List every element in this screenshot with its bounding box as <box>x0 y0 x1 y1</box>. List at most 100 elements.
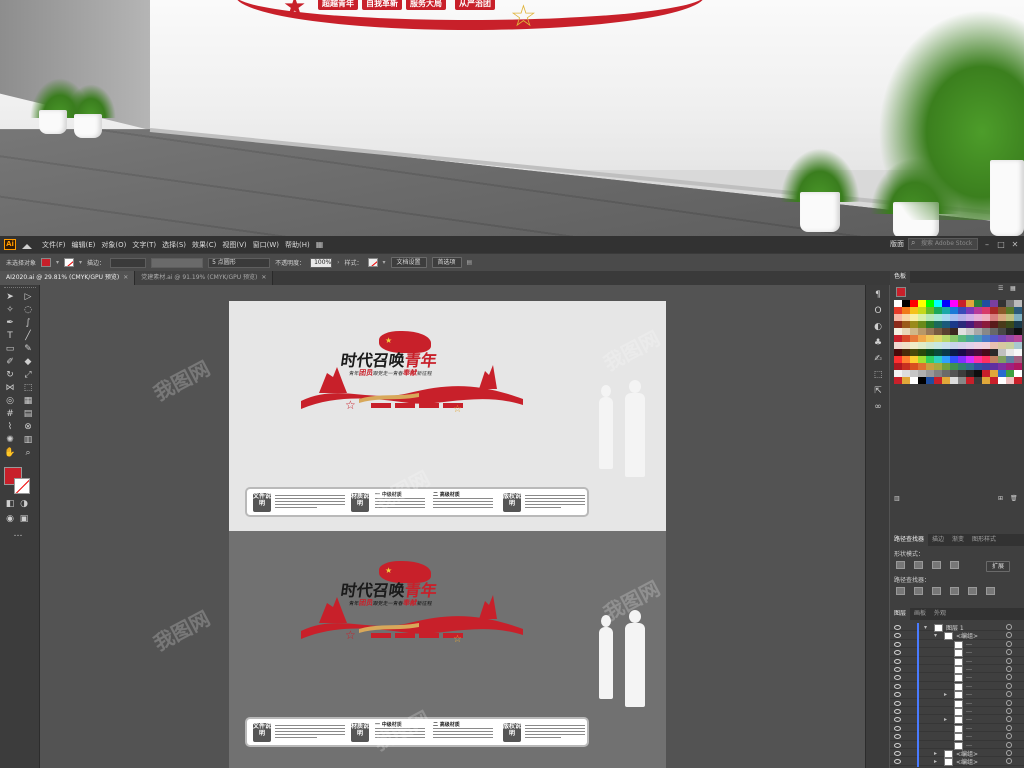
color-swatch[interactable] <box>926 300 934 307</box>
color-swatch[interactable] <box>942 314 950 321</box>
color-swatch[interactable] <box>894 356 902 363</box>
variable-width-profile[interactable] <box>151 257 204 268</box>
width-tool-icon[interactable]: ⋈ <box>4 382 16 394</box>
color-swatch[interactable] <box>998 342 1006 349</box>
color-swatch[interactable] <box>974 356 982 363</box>
color-swatch[interactable] <box>990 300 998 307</box>
color-swatch[interactable] <box>918 356 926 363</box>
color-swatch[interactable] <box>966 356 974 363</box>
tab-stroke[interactable]: 描边 <box>928 534 948 546</box>
color-swatch[interactable] <box>990 335 998 342</box>
color-swatch[interactable] <box>926 349 934 356</box>
color-swatch[interactable] <box>990 307 998 314</box>
free-transform-icon[interactable]: ⬚ <box>22 382 34 394</box>
color-swatch[interactable] <box>974 370 982 377</box>
color-swatch[interactable] <box>934 307 942 314</box>
opentype-icon[interactable]: O <box>872 305 884 317</box>
arrange-documents-icon[interactable]: ▦ <box>316 240 324 250</box>
delete-swatch-icon[interactable]: 🗑 <box>1010 495 1018 502</box>
chevron-right-icon[interactable]: › <box>337 259 339 266</box>
color-swatch[interactable] <box>966 377 974 384</box>
color-swatch[interactable] <box>950 328 958 335</box>
color-swatch[interactable] <box>1006 335 1014 342</box>
color-swatch[interactable] <box>918 328 926 335</box>
color-swatch[interactable] <box>894 328 902 335</box>
color-swatch[interactable] <box>942 321 950 328</box>
color-swatch[interactable] <box>966 307 974 314</box>
swatch-grid[interactable] <box>894 300 1022 384</box>
color-swatch[interactable] <box>950 370 958 377</box>
eye-icon[interactable] <box>894 641 901 647</box>
disclosure-arrow-icon[interactable]: ▾ <box>934 632 937 639</box>
color-swatch[interactable] <box>990 349 998 356</box>
document-setup-button[interactable]: 文档设置 <box>390 257 427 268</box>
chevron-down-icon[interactable]: ▾ <box>56 259 59 266</box>
color-swatch[interactable] <box>926 314 934 321</box>
color-swatch[interactable] <box>1006 377 1014 384</box>
color-swatch[interactable] <box>894 307 902 314</box>
color-swatch[interactable] <box>942 335 950 342</box>
disclosure-arrow-icon[interactable]: ▸ <box>944 691 947 698</box>
brush-definition[interactable]: 5 点圆形 <box>208 257 271 268</box>
color-swatch[interactable] <box>902 370 910 377</box>
preferences-button[interactable]: 首选项 <box>431 257 462 268</box>
color-swatch[interactable] <box>1014 307 1022 314</box>
target-circle-icon[interactable] <box>1006 699 1012 706</box>
color-swatch[interactable] <box>982 307 990 314</box>
menu-effect[interactable]: 效果(C) <box>192 240 216 250</box>
color-swatch[interactable] <box>998 314 1006 321</box>
color-swatch[interactable] <box>950 377 958 384</box>
layer-row[interactable]: … <box>890 673 1024 684</box>
color-swatch[interactable] <box>894 370 902 377</box>
color-swatch[interactable] <box>902 300 910 307</box>
color-swatch[interactable] <box>894 377 902 384</box>
layer-row[interactable]: … <box>890 639 1024 650</box>
color-swatch[interactable] <box>1006 300 1014 307</box>
menu-edit[interactable]: 编辑(E) <box>72 240 96 250</box>
eraser-icon[interactable]: ◆ <box>22 356 34 368</box>
eye-icon[interactable] <box>894 675 901 681</box>
stroke-weight-field[interactable] <box>110 257 147 268</box>
target-circle-icon[interactable] <box>1006 632 1012 639</box>
eye-icon[interactable] <box>894 692 901 698</box>
symbols-icon[interactable]: ♣ <box>872 337 884 349</box>
pen-tool-icon[interactable]: ✒ <box>4 317 16 329</box>
color-swatch[interactable] <box>982 321 990 328</box>
color-swatch[interactable] <box>982 349 990 356</box>
color-swatch[interactable] <box>910 377 918 384</box>
current-fill-swatch[interactable] <box>896 287 906 297</box>
color-swatch[interactable] <box>918 377 926 384</box>
eye-icon[interactable] <box>894 625 901 630</box>
color-swatch[interactable] <box>934 342 942 349</box>
color-swatch[interactable] <box>926 321 934 328</box>
color-swatch[interactable] <box>894 349 902 356</box>
minus-back-button[interactable] <box>986 587 995 595</box>
color-swatch[interactable] <box>982 335 990 342</box>
color-swatch[interactable] <box>958 363 966 370</box>
color-swatch[interactable] <box>926 342 934 349</box>
color-swatch[interactable] <box>990 321 998 328</box>
color-swatch[interactable] <box>998 363 1006 370</box>
menu-select[interactable]: 选择(S) <box>162 240 186 250</box>
line-tool-icon[interactable]: ╱ <box>22 330 34 342</box>
draw-mode-icon[interactable]: ◉ <box>4 513 16 525</box>
curvature-icon[interactable]: ∫ <box>22 317 34 329</box>
close-tab-icon[interactable]: ✕ <box>123 274 128 281</box>
gradient-icon[interactable]: ▤ <box>22 408 34 420</box>
disclosure-arrow-icon[interactable]: ▾ <box>924 624 927 631</box>
eye-icon[interactable] <box>894 759 901 765</box>
color-swatch[interactable] <box>998 307 1006 314</box>
color-swatch[interactable] <box>1006 342 1014 349</box>
eye-icon[interactable] <box>894 650 901 656</box>
export-icon[interactable]: ⇱ <box>872 385 884 397</box>
color-swatch[interactable] <box>966 335 974 342</box>
layer-row[interactable]: … <box>890 681 1024 692</box>
column-graph-icon[interactable]: ▥ <box>22 434 34 446</box>
color-swatch[interactable] <box>982 328 990 335</box>
menu-help[interactable]: 帮助(H) <box>285 240 310 250</box>
tab-swatches[interactable]: 色板 <box>890 271 911 283</box>
disclosure-arrow-icon[interactable]: ▸ <box>944 716 947 723</box>
artboard-1[interactable]: ★ 时代召唤青年 青年团员跟党走一青春奉献新征程 ☆ ☆ 文件说明 材质说明 一… <box>229 301 666 531</box>
color-swatch[interactable] <box>1014 356 1022 363</box>
eye-icon[interactable] <box>894 734 901 740</box>
